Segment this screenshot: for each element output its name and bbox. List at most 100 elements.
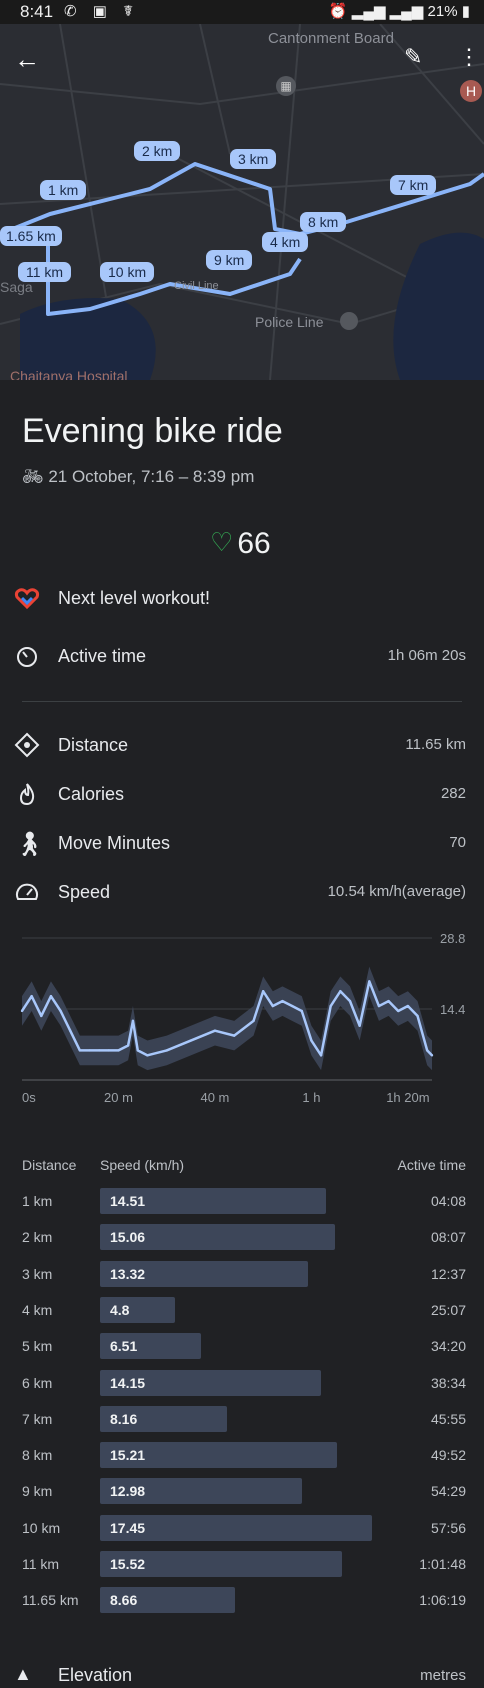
- speed-point: [30, 994, 33, 998]
- km-marker: 1.65 km: [0, 226, 62, 246]
- speed-point: [397, 1009, 400, 1013]
- split-time: 1:01:48: [419, 1556, 466, 1572]
- speed-point: [416, 1014, 419, 1018]
- distance-value: 11.65 km: [405, 736, 466, 753]
- split-time: 25:07: [430, 1301, 466, 1318]
- split-time: 1:06:19: [419, 1592, 466, 1609]
- speed-point: [348, 999, 352, 1003]
- heart-points: ♡ 66: [210, 527, 271, 561]
- speed-point: [329, 1004, 332, 1008]
- bicycle-icon: 🚲︎: [22, 467, 44, 486]
- speed-label: Speed: [58, 882, 111, 902]
- speed-point: [107, 1049, 111, 1052]
- elevation-row[interactable]: ▲ Elevation metres: [0, 1664, 484, 1688]
- split-distance: 3 km: [22, 1265, 53, 1282]
- map-label-cantonment: Cantonment Board: [268, 30, 394, 47]
- activity-title[interactable]: Evening bike ride: [22, 412, 283, 451]
- split-time: 45:55: [430, 1410, 466, 1427]
- speed-point: [97, 1049, 101, 1052]
- x-tick-label: 1h 20m: [386, 1090, 429, 1105]
- x-tick-label: 1 h: [302, 1090, 320, 1105]
- goal-row: Next level workout!: [0, 585, 484, 615]
- speed-point: [213, 1029, 217, 1032]
- split-speed: 15.06: [110, 1229, 146, 1246]
- speed-point: [131, 1019, 135, 1023]
- speed-point: [290, 1004, 294, 1008]
- route-map[interactable]: ← ✎ ⋮ Cantonment Board Chaitanya Hospita…: [0, 24, 484, 380]
- split-row: 7 km 8.16 45:55: [0, 1405, 484, 1433]
- split-time: 57:56: [430, 1519, 466, 1536]
- speed-point: [271, 1004, 275, 1008]
- status-notification-icons: ✆ ▣ ☤: [64, 3, 140, 20]
- split-distance: 8 km: [22, 1447, 53, 1464]
- police-pin-icon: [340, 312, 358, 330]
- split-speed: 13.32: [110, 1265, 146, 1282]
- active-time-row: Active time 1h 06m 20s: [0, 643, 484, 673]
- speed-point: [339, 990, 342, 993]
- split-row: 6 km 14.15 38:34: [0, 1369, 484, 1397]
- more-vert-icon[interactable]: ⋮: [458, 44, 480, 70]
- split-row: 2 km 15.06 08:07: [0, 1223, 484, 1251]
- speed-point: [78, 1049, 82, 1052]
- speed-point: [300, 1009, 303, 1013]
- edit-pencil-icon[interactable]: ✎: [404, 44, 422, 70]
- move-minutes-row: 🚶︎ Move Minutes 70: [0, 830, 484, 860]
- signal-icon: ▂▄▆ ▂▄▆: [351, 3, 424, 20]
- split-distance: 4 km: [22, 1301, 53, 1318]
- split-row: 10 km 17.45 57:56: [0, 1514, 484, 1542]
- speed-chart[interactable]: 28.8 14.4 0s 20 m 40 m 1 h 1h 20m: [0, 930, 484, 1120]
- hospital-pin-icon: H: [460, 80, 482, 102]
- split-time: 04:08: [430, 1193, 466, 1209]
- speed-point: [406, 1004, 410, 1008]
- speed-value: 10.54 km/h(average): [327, 883, 466, 900]
- split-distance: 2 km: [22, 1229, 53, 1246]
- km-marker: 7 km: [390, 175, 437, 195]
- divider: [22, 701, 462, 702]
- km-marker: 2 km: [134, 141, 181, 161]
- speed-point: [358, 1024, 361, 1027]
- speed-point: [165, 1049, 168, 1052]
- active-time-value: 1h 06m 20s: [387, 647, 466, 664]
- split-row: 1 km 14.51 04:08: [0, 1187, 484, 1215]
- timer-icon: [14, 643, 40, 669]
- table-header-distance: Distance: [22, 1157, 77, 1173]
- split-row: 11.65 km 8.66 1:06:19: [0, 1586, 484, 1614]
- km-marker: 8 km: [300, 212, 347, 232]
- split-speed: 12.98: [110, 1483, 146, 1500]
- split-speed: 4.8: [110, 1301, 130, 1318]
- heart-points-value: 66: [237, 527, 271, 560]
- alarm-icon: ⏰: [328, 3, 348, 20]
- speed-point: [377, 1004, 381, 1008]
- back-arrow-icon[interactable]: ←: [14, 44, 40, 75]
- speed-point: [430, 1054, 434, 1057]
- mountain-icon: ▲: [14, 1664, 32, 1684]
- split-distance: 1 km: [22, 1193, 53, 1209]
- distance-row: Distance 11.65 km: [0, 732, 484, 762]
- x-tick-label: 20 m: [104, 1090, 133, 1105]
- map-label-civil: Civil Line: [174, 280, 219, 292]
- km-marker: 1 km: [40, 180, 87, 200]
- split-speed: 8.66: [110, 1592, 138, 1609]
- speed-point: [126, 1044, 130, 1047]
- distance-label: Distance: [58, 735, 129, 755]
- split-speed: 15.52: [110, 1556, 146, 1572]
- calories-label: Calories: [58, 784, 125, 804]
- split-time: 34:20: [430, 1338, 466, 1355]
- speed-point: [69, 1029, 72, 1032]
- heart-icon: ♡: [210, 527, 234, 557]
- split-speed: 15.21: [110, 1447, 146, 1464]
- elevation-label: Elevation: [58, 1665, 133, 1685]
- walking-icon: 🚶︎: [14, 831, 45, 858]
- speed-point: [233, 1034, 236, 1037]
- speed-point: [59, 1009, 62, 1013]
- split-speed: 14.51: [110, 1193, 146, 1209]
- split-time: 38:34: [430, 1374, 466, 1391]
- km-marker: 11 km: [18, 262, 72, 282]
- speed-point: [425, 1049, 429, 1052]
- split-distance: 7 km: [22, 1410, 53, 1427]
- speed-point: [117, 1049, 120, 1052]
- split-row: 4 km 4.8 25:07: [0, 1296, 484, 1324]
- split-speed: 14.15: [110, 1374, 146, 1391]
- google-fit-heart-icon: [14, 585, 40, 611]
- map-label-police: Police Line: [255, 314, 324, 330]
